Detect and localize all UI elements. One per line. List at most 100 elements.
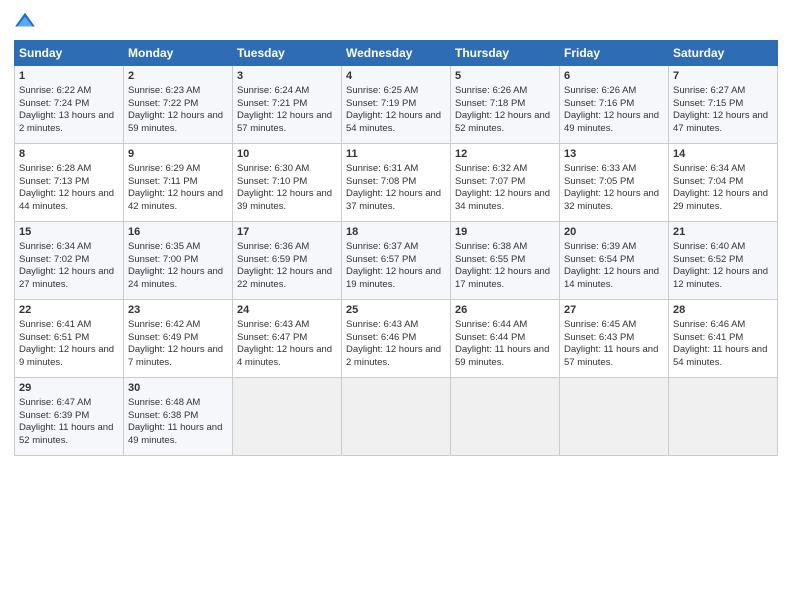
daylight-text: Daylight: 12 hours and 32 minutes. (564, 188, 659, 212)
daylight-text: Daylight: 12 hours and 49 minutes. (564, 110, 659, 134)
day-number: 3 (237, 69, 337, 84)
day-header-tuesday: Tuesday (233, 41, 342, 66)
calendar-cell: 9Sunrise: 6:29 AMSunset: 7:11 PMDaylight… (124, 144, 233, 222)
logo-icon (14, 10, 36, 32)
calendar-cell: 29Sunrise: 6:47 AMSunset: 6:39 PMDayligh… (15, 378, 124, 456)
daylight-text: Daylight: 12 hours and 24 minutes. (128, 266, 223, 290)
sunset-text: Sunset: 6:57 PM (346, 254, 416, 265)
calendar-cell: 13Sunrise: 6:33 AMSunset: 7:05 PMDayligh… (560, 144, 669, 222)
sunset-text: Sunset: 6:55 PM (455, 254, 525, 265)
calendar-cell: 30Sunrise: 6:48 AMSunset: 6:38 PMDayligh… (124, 378, 233, 456)
calendar-cell: 5Sunrise: 6:26 AMSunset: 7:18 PMDaylight… (451, 66, 560, 144)
day-number: 22 (19, 303, 119, 318)
sunrise-text: Sunrise: 6:41 AM (19, 319, 91, 330)
sunset-text: Sunset: 6:46 PM (346, 332, 416, 343)
day-number: 13 (564, 147, 664, 162)
sunrise-text: Sunrise: 6:31 AM (346, 163, 418, 174)
day-number: 8 (19, 147, 119, 162)
day-number: 9 (128, 147, 228, 162)
day-number: 1 (19, 69, 119, 84)
day-header-thursday: Thursday (451, 41, 560, 66)
calendar-week-1: 1Sunrise: 6:22 AM Sunset: 7:24 PM Daylight… (15, 66, 778, 144)
sunrise-text: Sunrise: 6:32 AM (455, 163, 527, 174)
sunset-text: Sunset: 6:41 PM (673, 332, 743, 343)
sunset-text: Sunset: 7:02 PM (19, 254, 89, 265)
daylight-text: Daylight: 12 hours and 27 minutes. (19, 266, 114, 290)
daylight-text: Daylight: 11 hours and 49 minutes. (128, 422, 222, 446)
sunrise-text: Sunrise: 6:36 AM (237, 241, 309, 252)
daylight-text: Daylight: 12 hours and 47 minutes. (673, 110, 768, 134)
calendar-cell: 3Sunrise: 6:24 AMSunset: 7:21 PMDaylight… (233, 66, 342, 144)
sunrise-text: Sunrise: 6:22 AM (19, 85, 91, 96)
sunrise-text: Sunrise: 6:33 AM (564, 163, 636, 174)
sunset-text: Sunset: 6:59 PM (237, 254, 307, 265)
sunset-text: Sunset: 7:00 PM (128, 254, 198, 265)
day-number: 27 (564, 303, 664, 318)
calendar-cell: 16Sunrise: 6:35 AM Sunset: 7:00 PMDayligh… (124, 222, 233, 300)
sunset-text: Sunset: 6:44 PM (455, 332, 525, 343)
daylight-text: Daylight: 12 hours and 2 minutes. (346, 344, 441, 368)
calendar-cell: 8Sunrise: 6:28 AMSunset: 7:13 PMDaylight… (15, 144, 124, 222)
day-header-friday: Friday (560, 41, 669, 66)
sunset-text: Sunset: 7:22 PM (128, 98, 198, 109)
sunrise-text: Sunrise: 6:46 AM (673, 319, 745, 330)
day-number: 29 (19, 381, 119, 396)
calendar-week-5: 29Sunrise: 6:47 AMSunset: 6:39 PMDayligh… (15, 378, 778, 456)
sunrise-text: Sunrise: 6:44 AM (455, 319, 527, 330)
day-number: 10 (237, 147, 337, 162)
calendar-cell: 1Sunrise: 6:22 AMSunset: 7:24 PMDaylight… (15, 66, 124, 144)
daylight-text: Daylight: 12 hours and 29 minutes. (673, 188, 768, 212)
daylight-text: Daylight: 12 hours and 17 minutes. (455, 266, 550, 290)
day-header-wednesday: Wednesday (342, 41, 451, 66)
calendar-cell: 7Sunrise: 6:27 AMSunset: 7:15 PMDaylight… (669, 66, 778, 144)
sunrise-text: Sunrise: 6:26 AM (564, 85, 636, 96)
sunrise-text: Sunrise: 6:43 AM (237, 319, 309, 330)
calendar-cell: 4Sunrise: 6:25 AMSunset: 7:19 PMDaylight… (342, 66, 451, 144)
sunrise-text: Sunrise: 6:28 AM (19, 163, 91, 174)
sunrise-text: Sunrise: 6:38 AM (455, 241, 527, 252)
day-number: 25 (346, 303, 446, 318)
sunrise-text: Sunrise: 6:35 AM (128, 241, 200, 252)
calendar-header-row: SundayMondayTuesdayWednesdayThursdayFrid… (15, 41, 778, 66)
day-number: 28 (673, 303, 773, 318)
calendar-cell: 24Sunrise: 6:43 AMSunset: 6:47 PMDayligh… (233, 300, 342, 378)
daylight-text: Daylight: 12 hours and 57 minutes. (237, 110, 332, 134)
sunset-text: Sunset: 6:54 PM (564, 254, 634, 265)
sunrise-text: Sunrise: 6:23 AM (128, 85, 200, 96)
daylight-text: Daylight: 12 hours and 54 minutes. (346, 110, 441, 134)
sunset-text: Sunset: 6:39 PM (19, 410, 89, 421)
day-header-sunday: Sunday (15, 41, 124, 66)
day-number: 24 (237, 303, 337, 318)
calendar-cell: 28Sunrise: 6:46 AMSunset: 6:41 PMDayligh… (669, 300, 778, 378)
daylight-text: Daylight: 12 hours and 19 minutes. (346, 266, 441, 290)
day-number: 18 (346, 225, 446, 240)
sunset-text: Sunset: 6:38 PM (128, 410, 198, 421)
calendar-cell: 2Sunrise: 6:23 AMSunset: 7:22 PMDaylight… (124, 66, 233, 144)
sunrise-text: Sunrise: 6:26 AM (455, 85, 527, 96)
sunrise-text: Sunrise: 6:48 AM (128, 397, 200, 408)
sunrise-text: Sunrise: 6:27 AM (673, 85, 745, 96)
day-number: 23 (128, 303, 228, 318)
sunrise-text: Sunrise: 6:34 AM (673, 163, 745, 174)
sunrise-text: Sunrise: 6:34 AM (19, 241, 91, 252)
day-number: 14 (673, 147, 773, 162)
day-number: 16 (128, 225, 228, 240)
sunset-text: Sunset: 6:51 PM (19, 332, 89, 343)
sunset-text: Sunset: 7:18 PM (455, 98, 525, 109)
sunset-text: Sunset: 6:43 PM (564, 332, 634, 343)
sunset-text: Sunset: 7:24 PM (19, 98, 89, 109)
day-number: 5 (455, 69, 555, 84)
day-number: 17 (237, 225, 337, 240)
sunrise-text: Sunrise: 6:24 AM (237, 85, 309, 96)
daylight-text: Daylight: 12 hours and 44 minutes. (19, 188, 114, 212)
calendar-week-3: 15Sunrise: 6:34 AMSunset: 7:02 PMDayligh… (15, 222, 778, 300)
sunset-text: Sunset: 7:11 PM (128, 176, 198, 187)
daylight-text: Daylight: 12 hours and 39 minutes. (237, 188, 332, 212)
calendar-cell (233, 378, 342, 456)
calendar-cell: 12Sunrise: 6:32 AMSunset: 7:07 PMDayligh… (451, 144, 560, 222)
calendar-cell: 21Sunrise: 6:40 AMSunset: 6:52 PMDayligh… (669, 222, 778, 300)
calendar-cell: 14Sunrise: 6:34 AMSunset: 7:04 PMDayligh… (669, 144, 778, 222)
calendar-cell: 20Sunrise: 6:39 AMSunset: 6:54 PMDayligh… (560, 222, 669, 300)
calendar-cell: 19Sunrise: 6:38 AMSunset: 6:55 PMDayligh… (451, 222, 560, 300)
calendar-table: SundayMondayTuesdayWednesdayThursdayFrid… (14, 40, 778, 456)
